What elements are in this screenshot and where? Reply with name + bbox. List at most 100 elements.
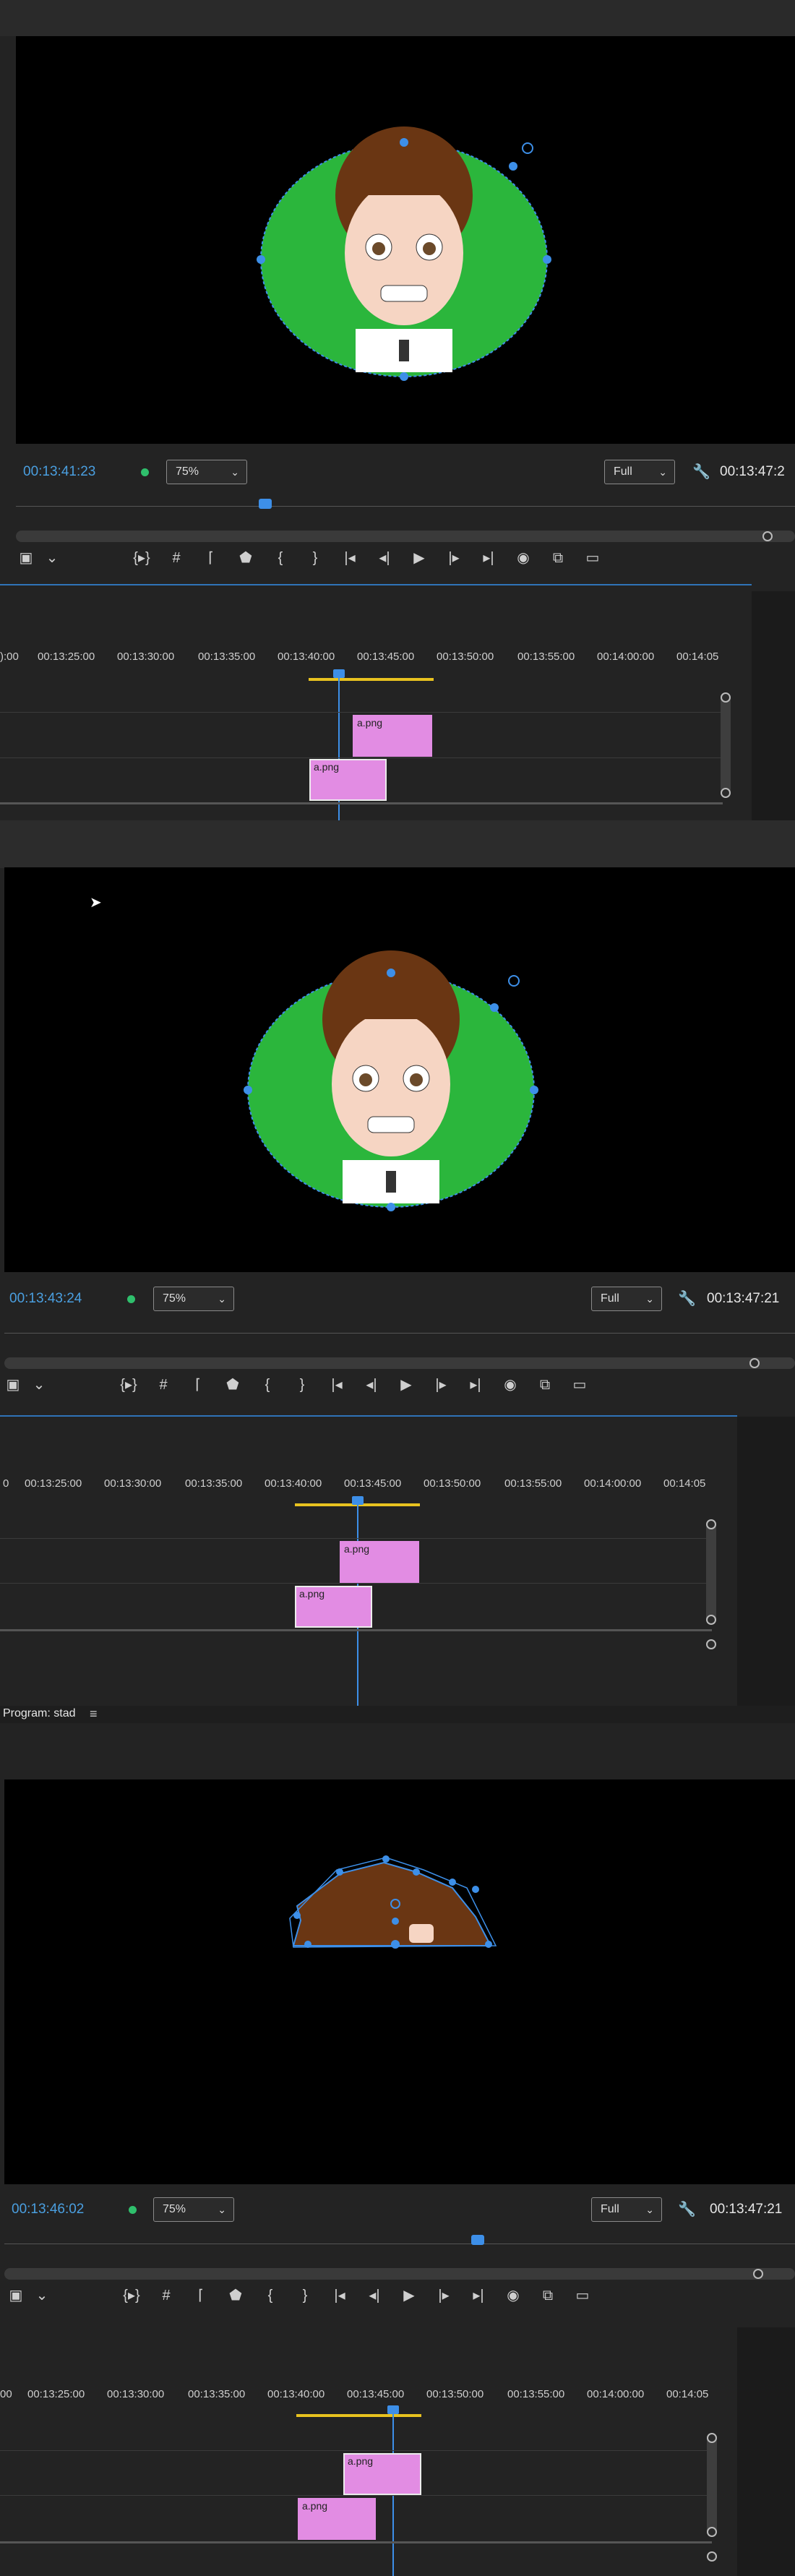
video-preview[interactable] bbox=[16, 36, 795, 444]
scroll-knob[interactable] bbox=[706, 1639, 716, 1649]
mark-in-icon[interactable]: { bbox=[257, 1376, 278, 1394]
insert-edit-icon[interactable]: {▸} bbox=[121, 2287, 142, 2304]
comparison-view-icon[interactable]: ⧉ bbox=[548, 549, 568, 567]
chevron-down-icon[interactable]: ⌄ bbox=[42, 549, 62, 567]
vertical-scrollbar[interactable] bbox=[707, 2434, 717, 2536]
marker-icon[interactable]: ⬟ bbox=[236, 549, 256, 567]
playhead-timecode[interactable]: 00:13:43:24 bbox=[9, 1291, 82, 1307]
step-forward-icon[interactable]: |▸ bbox=[434, 2287, 454, 2304]
play-icon[interactable]: ▶ bbox=[396, 1376, 416, 1394]
playhead-timecode[interactable]: 00:13:46:02 bbox=[12, 2202, 84, 2217]
safe-margins-icon[interactable]: ▭ bbox=[572, 2287, 593, 2304]
clip-selected[interactable]: a.png bbox=[295, 1586, 372, 1628]
mark-in-icon[interactable]: { bbox=[260, 2287, 280, 2304]
export-frame-icon[interactable]: ◉ bbox=[513, 549, 533, 567]
scroll-knob[interactable] bbox=[706, 1519, 716, 1529]
wrench-icon[interactable]: 🔧 bbox=[678, 1289, 696, 1308]
mark-in-icon[interactable]: { bbox=[270, 549, 291, 567]
ruler-label: 00:14:05 bbox=[666, 2388, 709, 2400]
zoom-scrollbar[interactable] bbox=[16, 531, 795, 542]
export-frame-icon[interactable]: ◉ bbox=[500, 1376, 520, 1394]
scroll-knob[interactable] bbox=[707, 2551, 717, 2562]
ruler-label: 00:13:30:00 bbox=[107, 2388, 165, 2400]
vertical-scrollbar[interactable] bbox=[706, 1521, 716, 1622]
quality-select[interactable]: Full ⌄ bbox=[591, 2197, 662, 2222]
marker-icon[interactable]: ⬟ bbox=[223, 1376, 243, 1394]
insert-edit-icon[interactable]: {▸} bbox=[132, 549, 152, 567]
go-to-out-icon[interactable]: ▸| bbox=[478, 549, 499, 567]
zoom-value: 75% bbox=[163, 1292, 186, 1305]
video-preview[interactable]: ➤ bbox=[4, 867, 795, 1272]
mini-playhead[interactable] bbox=[259, 499, 272, 509]
mark-out-icon[interactable]: } bbox=[305, 549, 325, 567]
play-icon[interactable]: ▶ bbox=[409, 549, 429, 567]
step-forward-icon[interactable]: |▸ bbox=[444, 549, 464, 567]
trim-icon[interactable]: ⌈ bbox=[201, 549, 221, 567]
comparison-view-icon[interactable]: ⧉ bbox=[535, 1376, 555, 1394]
play-icon[interactable]: ▶ bbox=[399, 2287, 419, 2304]
scroll-knob[interactable] bbox=[706, 1615, 716, 1625]
clip-selected[interactable]: a.png bbox=[309, 759, 387, 801]
zoom-scrollbar[interactable] bbox=[4, 1357, 795, 1369]
grid-icon[interactable]: # bbox=[166, 549, 186, 567]
step-back-icon[interactable]: ◂| bbox=[364, 2287, 384, 2304]
go-to-out-icon[interactable]: ▸| bbox=[465, 1376, 486, 1394]
scroll-knob[interactable] bbox=[721, 788, 731, 798]
go-to-out-icon[interactable]: ▸| bbox=[468, 2287, 489, 2304]
grid-icon[interactable]: # bbox=[156, 2287, 176, 2304]
zoom-select[interactable]: 75% ⌄ bbox=[166, 460, 247, 484]
export-frame-icon[interactable]: ◉ bbox=[503, 2287, 523, 2304]
video-preview[interactable] bbox=[4, 1779, 795, 2184]
camera-settings-icon[interactable]: ▣ bbox=[3, 1376, 23, 1394]
scroll-knob[interactable] bbox=[721, 692, 731, 703]
mark-out-icon[interactable]: } bbox=[292, 1376, 312, 1394]
work-area-bar[interactable] bbox=[296, 2414, 421, 2417]
insert-edit-icon[interactable]: {▸} bbox=[119, 1376, 139, 1394]
panel-menu-icon[interactable]: ≡ bbox=[90, 1706, 98, 1722]
chevron-down-icon[interactable]: ⌄ bbox=[29, 1376, 49, 1394]
scrollbar-handle[interactable] bbox=[762, 531, 773, 541]
quality-select[interactable]: Full ⌄ bbox=[591, 1287, 662, 1311]
chevron-down-icon: ⌄ bbox=[645, 2204, 654, 2215]
track-divider bbox=[0, 1538, 712, 1539]
vertical-scrollbar[interactable] bbox=[721, 694, 731, 795]
camera-settings-icon[interactable]: ▣ bbox=[6, 2287, 26, 2304]
panel-title[interactable]: Program: stad bbox=[3, 1707, 75, 1720]
scroll-knob[interactable] bbox=[707, 2433, 717, 2443]
ruler-label: 00:13:40:00 bbox=[267, 2388, 325, 2400]
quality-select[interactable]: Full ⌄ bbox=[604, 460, 675, 484]
zoom-select[interactable]: 75% ⌄ bbox=[153, 2197, 234, 2222]
scrollbar-handle[interactable] bbox=[753, 2269, 763, 2279]
trim-icon[interactable]: ⌈ bbox=[188, 1376, 208, 1394]
go-to-in-icon[interactable]: |◂ bbox=[330, 2287, 350, 2304]
marker-icon[interactable]: ⬟ bbox=[225, 2287, 246, 2304]
step-back-icon[interactable]: ◂| bbox=[361, 1376, 382, 1394]
zoom-select[interactable]: 75% ⌄ bbox=[153, 1287, 234, 1311]
step-back-icon[interactable]: ◂| bbox=[374, 549, 395, 567]
go-to-in-icon[interactable]: |◂ bbox=[340, 549, 360, 567]
go-to-in-icon[interactable]: |◂ bbox=[327, 1376, 347, 1394]
comparison-view-icon[interactable]: ⧉ bbox=[538, 2287, 558, 2304]
mark-out-icon[interactable]: } bbox=[295, 2287, 315, 2304]
safe-margins-icon[interactable]: ▭ bbox=[583, 549, 603, 567]
wrench-icon[interactable]: 🔧 bbox=[678, 2200, 696, 2218]
trim-icon[interactable]: ⌈ bbox=[191, 2287, 211, 2304]
mini-playhead[interactable] bbox=[471, 2235, 484, 2245]
video-frame bbox=[289, 1855, 497, 1949]
zoom-scrollbar[interactable] bbox=[4, 2268, 795, 2280]
quality-value: Full bbox=[601, 2203, 619, 2215]
clip[interactable]: a.png bbox=[298, 2498, 376, 2540]
playhead-timecode[interactable]: 00:13:41:23 bbox=[23, 464, 95, 480]
camera-settings-icon[interactable]: ▣ bbox=[16, 549, 36, 567]
scrollbar-handle[interactable] bbox=[749, 1358, 760, 1368]
wrench-icon[interactable]: 🔧 bbox=[692, 463, 710, 481]
clip[interactable]: a.png bbox=[353, 715, 432, 757]
work-area-bar[interactable] bbox=[309, 678, 434, 681]
clip-selected[interactable]: a.png bbox=[343, 2453, 421, 2495]
clip[interactable]: a.png bbox=[340, 1541, 419, 1583]
step-forward-icon[interactable]: |▸ bbox=[431, 1376, 451, 1394]
chevron-down-icon[interactable]: ⌄ bbox=[32, 2287, 52, 2304]
scroll-knob[interactable] bbox=[707, 2527, 717, 2537]
grid-icon[interactable]: # bbox=[153, 1376, 173, 1394]
safe-margins-icon[interactable]: ▭ bbox=[570, 1376, 590, 1394]
